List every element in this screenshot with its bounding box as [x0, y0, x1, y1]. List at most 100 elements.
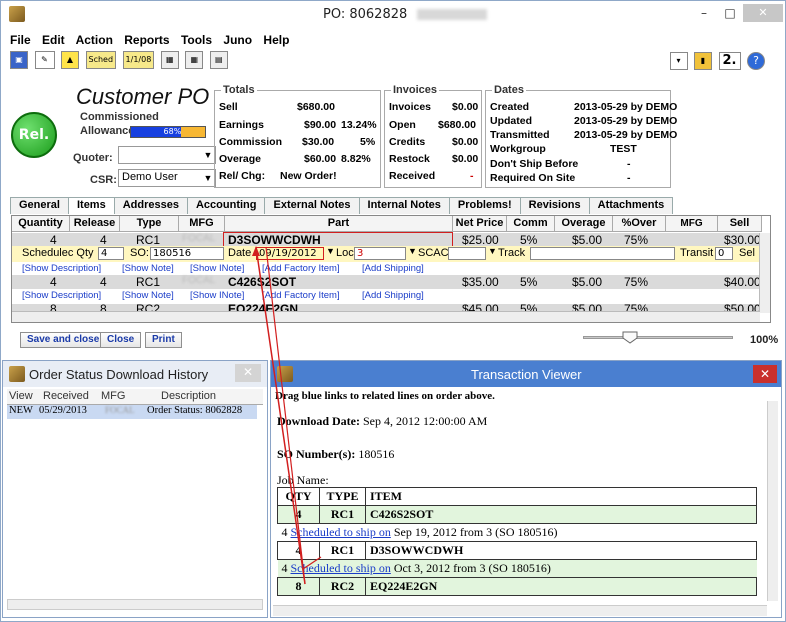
totals-overage-value: $60.00 — [304, 153, 337, 165]
menu-action[interactable]: Action — [76, 33, 113, 47]
menu-tools[interactable]: Tools — [181, 33, 212, 47]
table-icon[interactable]: ▤ — [209, 51, 228, 69]
row3-part[interactable]: EQ224E2GN — [228, 302, 298, 311]
col-type[interactable]: Type — [120, 216, 179, 232]
print-button[interactable]: Print — [145, 332, 182, 348]
col-sell[interactable]: Sell — [718, 216, 762, 232]
tab-addresses[interactable]: Addresses — [113, 197, 188, 214]
tab-general[interactable]: General — [10, 197, 69, 214]
totals-legend: Totals — [223, 84, 255, 96]
row1-comm: 5% — [520, 233, 538, 247]
tool-icon[interactable]: ✎ — [34, 51, 55, 69]
col-description[interactable]: Description — [161, 390, 216, 402]
document-icon[interactable]: ▮ — [694, 52, 712, 70]
title-bar: PO: 8062828 – □ ✕ — [1, 1, 785, 27]
warning-icon[interactable]: ▲ — [61, 51, 79, 69]
col-view[interactable]: View — [9, 390, 33, 402]
tv-col-qty: QTY — [277, 487, 320, 506]
show-inote-link[interactable]: [Show INote] — [190, 263, 244, 274]
loc-picker-icon[interactable]: ▼ — [408, 246, 417, 256]
save-icon[interactable]: ▣ — [10, 51, 28, 69]
transit-input[interactable]: 0 — [715, 247, 733, 260]
tab-accounting[interactable]: Accounting — [186, 197, 266, 214]
add-factory-item-link[interactable]: [Add Factory Item] — [262, 290, 340, 301]
list-item[interactable]: NEW 05/29/2013 FOCAL Order Status: 80628… — [7, 405, 257, 419]
required-value: - — [627, 172, 631, 184]
order-status-hscrollbar[interactable] — [7, 599, 263, 610]
save-and-close-button[interactable]: Save and close — [20, 332, 107, 348]
order-status-close-button[interactable]: ✕ — [235, 364, 261, 382]
row1-part[interactable]: D3SOWWCDWH — [228, 233, 321, 247]
release-status-button[interactable]: Rel. — [11, 112, 57, 158]
menu-edit[interactable]: Edit — [42, 33, 65, 47]
col-overage[interactable]: Overage — [555, 216, 613, 232]
show-description-link[interactable]: [Show Description] — [22, 263, 101, 274]
tv-vertical-scrollbar[interactable] — [767, 401, 778, 601]
transaction-viewer-close-button[interactable]: ✕ — [753, 365, 777, 383]
date-input[interactable]: 09/19/2012 — [256, 247, 324, 260]
scac-input[interactable] — [448, 247, 486, 260]
tab-external-notes[interactable]: External Notes — [264, 197, 360, 214]
tab-revisions[interactable]: Revisions — [519, 197, 590, 214]
close-window-button[interactable]: ✕ — [743, 4, 783, 22]
menu-reports[interactable]: Reports — [124, 33, 169, 47]
tv-horizontal-scrollbar[interactable] — [273, 605, 767, 616]
csr-combo[interactable]: Demo User ▼ — [118, 169, 216, 187]
add-factory-item-link[interactable]: [Add Factory Item] — [262, 263, 340, 274]
user-icon[interactable]: 2. — [718, 52, 741, 70]
add-shipping-link[interactable]: [Add Shipping] — [362, 290, 424, 301]
tab-internal-notes[interactable]: Internal Notes — [358, 197, 450, 214]
col-mfg-quote[interactable]: MFG Quote — [666, 216, 718, 244]
grid-alt-icon[interactable]: ▦ — [185, 51, 204, 69]
schedule-qty-input[interactable]: 4 — [98, 247, 124, 260]
col-over[interactable]: %Over — [613, 216, 666, 232]
maximize-button[interactable]: □ — [717, 5, 743, 23]
grid-vertical-scrollbar[interactable] — [759, 233, 770, 313]
table-row: 4 Scheduled to ship on Sep 19, 2012 from… — [277, 523, 757, 542]
help-icon[interactable]: ? — [747, 52, 765, 70]
grid-horizontal-scrollbar[interactable] — [12, 311, 760, 322]
show-inote-link[interactable]: [Show INote] — [190, 290, 244, 301]
show-note-link[interactable]: [Show Note] — [122, 263, 174, 274]
row2-overage: $5.00 — [572, 275, 603, 289]
tab-items[interactable]: Items — [67, 197, 115, 214]
add-shipping-link[interactable]: [Add Shipping] — [362, 263, 424, 274]
show-description-link[interactable]: [Show Description] — [22, 290, 101, 301]
menu-help[interactable]: Help — [263, 33, 289, 47]
tab-problems[interactable]: Problems! — [448, 197, 521, 214]
order-view[interactable]: NEW — [9, 405, 33, 416]
col-received[interactable]: Received — [43, 390, 89, 402]
col-release[interactable]: Release — [70, 216, 120, 232]
updated-label: Updated — [490, 115, 532, 127]
so-input[interactable]: 180516 — [150, 247, 224, 260]
grid-icon[interactable]: ▦ — [160, 51, 179, 69]
dropdown-icon[interactable]: ▾ — [669, 52, 688, 70]
col-quantity[interactable]: Quantity — [12, 216, 70, 232]
track-input[interactable] — [530, 247, 675, 260]
date-picker-icon[interactable]: ▼ — [326, 246, 335, 256]
invoices-label: Invoices — [389, 101, 432, 113]
quoter-combo[interactable]: ▼ — [118, 146, 216, 164]
transmitted-label: Transmitted — [490, 129, 550, 141]
tv-item2-ship-link[interactable]: Scheduled to ship on — [291, 561, 391, 575]
col-comm[interactable]: Comm — [507, 216, 555, 232]
col-part[interactable]: Part — [225, 216, 453, 232]
chevron-down-icon: ▼ — [203, 173, 213, 183]
date-button[interactable]: 1/1/08 — [122, 51, 155, 69]
zoom-slider-track[interactable] — [583, 336, 733, 339]
minimize-button[interactable]: – — [691, 5, 717, 23]
menu-juno[interactable]: Juno — [223, 33, 252, 47]
sched-button[interactable]: Sched — [85, 51, 117, 69]
col-net-price[interactable]: Net Price — [453, 216, 507, 232]
menu-file[interactable]: File — [10, 33, 31, 47]
loc-input[interactable]: 3 — [354, 247, 406, 260]
show-note-link[interactable]: [Show Note] — [122, 290, 174, 301]
close-button[interactable]: Close — [100, 332, 142, 348]
col-mfg[interactable]: MFG — [179, 216, 225, 232]
tv-item1-ship-link[interactable]: Scheduled to ship on — [291, 525, 391, 539]
zoom-slider-knob[interactable] — [622, 331, 638, 344]
col-mfg[interactable]: MFG — [101, 390, 125, 402]
tab-attachments[interactable]: Attachments — [588, 197, 674, 214]
row2-part[interactable]: C426S2SOT — [228, 275, 296, 289]
scac-picker-icon[interactable]: ▼ — [488, 246, 497, 256]
